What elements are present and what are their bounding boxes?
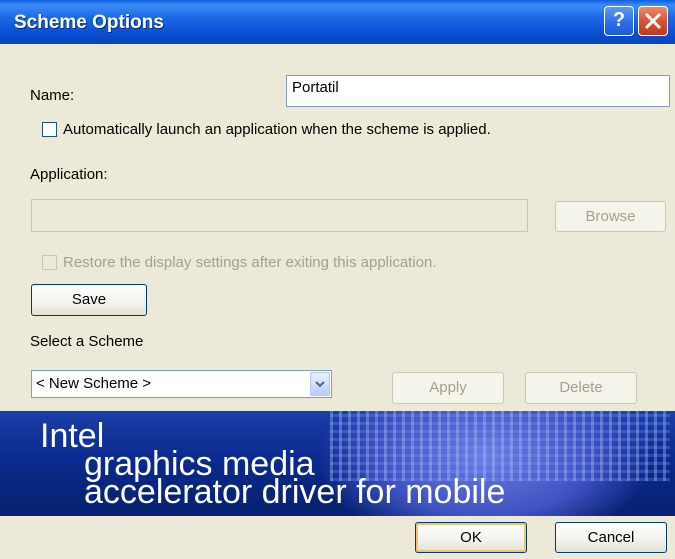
close-button[interactable] bbox=[638, 6, 668, 36]
browse-button[interactable]: Browse bbox=[555, 201, 666, 232]
application-input[interactable] bbox=[31, 199, 528, 232]
question-mark-icon: ? bbox=[612, 9, 626, 31]
window-title: Scheme Options bbox=[14, 12, 164, 33]
apply-button[interactable]: Apply bbox=[392, 372, 504, 404]
application-label: Application: bbox=[30, 166, 108, 183]
banner-line-3: accelerator driver for mobile bbox=[84, 473, 506, 511]
name-input[interactable]: Portatil bbox=[286, 75, 670, 107]
delete-button[interactable]: Delete bbox=[525, 372, 637, 404]
ok-button[interactable]: OK bbox=[415, 522, 527, 553]
name-label: Name: bbox=[30, 87, 75, 104]
dropdown-button[interactable] bbox=[310, 372, 330, 396]
close-icon bbox=[644, 12, 662, 30]
scheme-select[interactable]: < New Scheme > bbox=[31, 370, 332, 398]
select-scheme-label: Select a Scheme bbox=[30, 333, 144, 350]
restore-settings-label: Restore the display settings after exiti… bbox=[63, 254, 437, 271]
help-button[interactable]: ? bbox=[604, 6, 634, 36]
save-button[interactable]: Save bbox=[31, 284, 147, 316]
chip-pattern bbox=[330, 411, 670, 481]
scheme-options-dialog: Scheme Options ? Name: Portatil Automati… bbox=[0, 0, 675, 559]
scheme-select-value: < New Scheme > bbox=[36, 375, 152, 392]
auto-launch-label: Automatically launch an application when… bbox=[63, 121, 491, 138]
auto-launch-checkbox[interactable] bbox=[42, 122, 57, 137]
chevron-down-icon bbox=[315, 381, 325, 388]
title-bar[interactable]: Scheme Options ? bbox=[0, 0, 675, 44]
intel-gma-banner: Intel graphics media accelerator driver … bbox=[0, 411, 675, 516]
restore-settings-checkbox[interactable] bbox=[42, 255, 57, 270]
cancel-button[interactable]: Cancel bbox=[555, 522, 667, 553]
